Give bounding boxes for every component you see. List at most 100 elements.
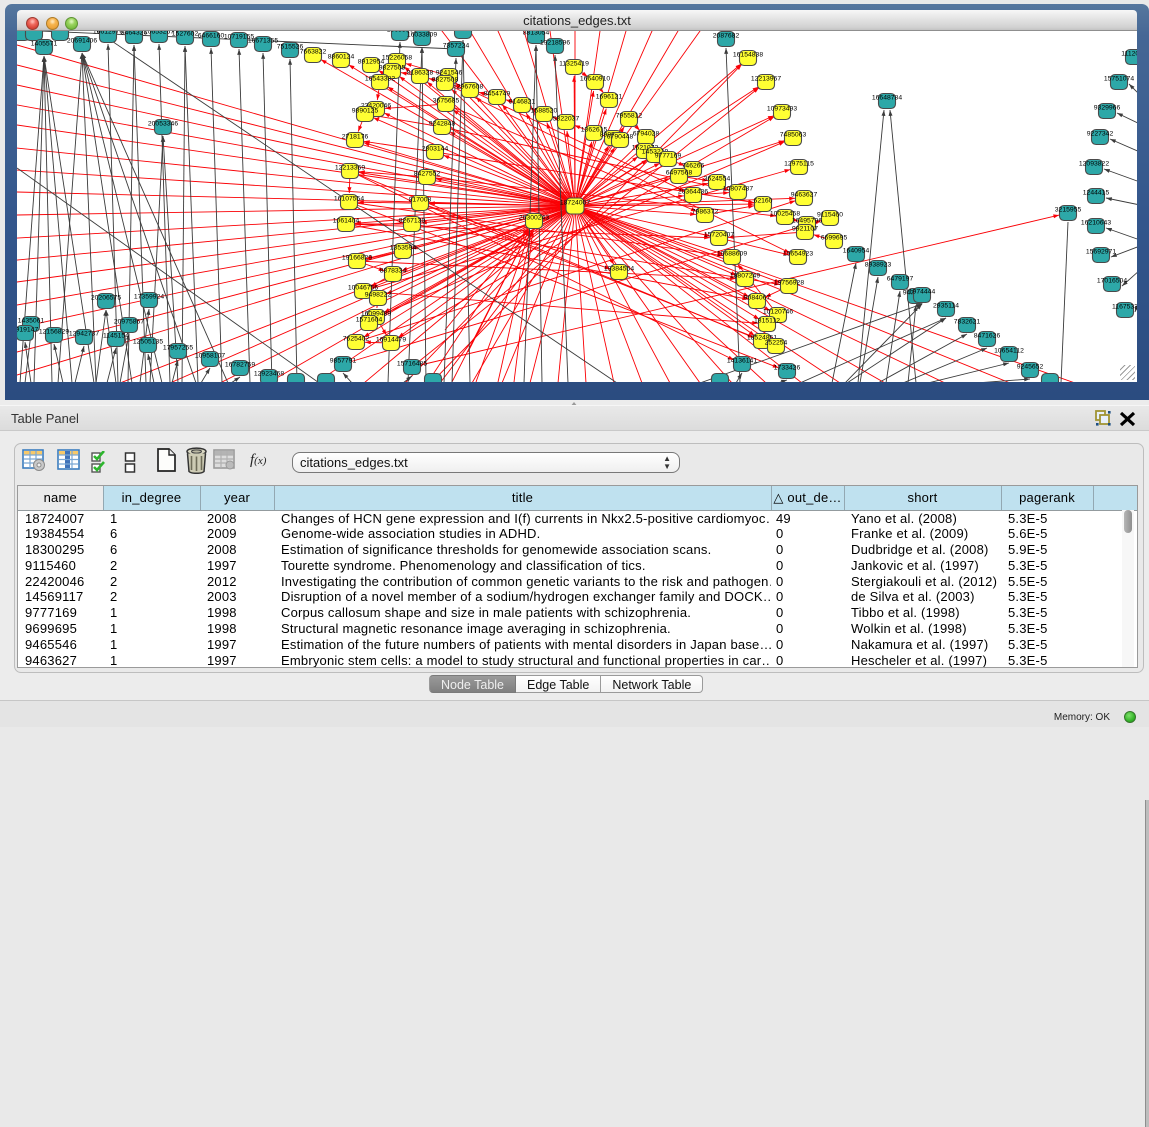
svg-text:20691406: 20691406 — [67, 38, 97, 45]
svg-text:2935114: 2935114 — [933, 303, 959, 310]
svg-text:6790448: 6790448 — [607, 134, 634, 141]
svg-text:8267130: 8267130 — [399, 218, 426, 225]
svg-text:9242848: 9242848 — [429, 121, 456, 128]
svg-text:3215955: 3215955 — [1055, 207, 1082, 214]
svg-text:3624554: 3624554 — [704, 176, 731, 183]
svg-text:6794028: 6794028 — [633, 131, 660, 138]
svg-text:12942737: 12942737 — [69, 331, 99, 338]
svg-text:12923468: 12923468 — [254, 371, 284, 378]
svg-text:8454749: 8454749 — [484, 91, 511, 98]
svg-text:12156829: 12156829 — [39, 329, 69, 336]
svg-text:15692971: 15692971 — [1086, 249, 1116, 256]
svg-text:1815112: 1815112 — [754, 318, 780, 325]
svg-text:19384554: 19384554 — [604, 266, 634, 273]
svg-text:16782759: 16782759 — [225, 362, 255, 369]
svg-text:20206575: 20206575 — [91, 295, 121, 302]
svg-text:1112054: 1112054 — [1121, 51, 1137, 58]
svg-text:9329966: 9329966 — [1094, 105, 1121, 112]
svg-text:20364436: 20364436 — [678, 189, 708, 196]
svg-text:1244415: 1244415 — [1083, 190, 1110, 197]
svg-text:16671355: 16671355 — [248, 38, 278, 45]
svg-text:8878334: 8878334 — [380, 268, 407, 275]
svg-text:11325419: 11325419 — [559, 61, 589, 68]
svg-text:2967608: 2967608 — [457, 84, 484, 91]
svg-text:817008: 817008 — [409, 197, 432, 204]
svg-text:3675685: 3675685 — [433, 98, 460, 105]
svg-text:12213369: 12213369 — [335, 165, 365, 172]
svg-text:10958107: 10958107 — [195, 353, 225, 360]
svg-text:6497568: 6497568 — [666, 170, 693, 177]
svg-text:9227342: 9227342 — [1087, 131, 1114, 138]
svg-text:2718176: 2718176 — [342, 134, 369, 141]
svg-text:15716485: 15716485 — [397, 361, 427, 368]
svg-text:16210643: 16210643 — [1081, 220, 1111, 227]
svg-text:10653267: 10653267 — [144, 31, 174, 36]
svg-text:9498222: 9498222 — [365, 292, 392, 299]
svg-text:15751074: 15751074 — [1104, 76, 1134, 83]
svg-text:9245652: 9245652 — [1017, 364, 1044, 371]
svg-text:17359924: 17359924 — [134, 294, 164, 301]
svg-text:7485063: 7485063 — [780, 132, 807, 139]
svg-text:16495796: 16495796 — [792, 218, 822, 225]
svg-text:19756928: 19756928 — [774, 280, 804, 287]
svg-text:17016504: 17016504 — [1097, 278, 1127, 285]
svg-text:18807249: 18807249 — [730, 273, 760, 280]
svg-text:20053346: 20053346 — [148, 121, 178, 128]
svg-text:16543382: 16543382 — [365, 76, 395, 83]
svg-text:12505135: 12505135 — [133, 339, 163, 346]
svg-text:10025458: 10025458 — [770, 211, 800, 218]
svg-text:9827508: 9827508 — [432, 77, 459, 84]
svg-text:26300243: 26300243 — [519, 215, 549, 222]
svg-text:15720407: 15720407 — [704, 232, 734, 239]
svg-text:10688609: 10688609 — [717, 251, 747, 258]
svg-text:10120746: 10120746 — [763, 309, 793, 316]
svg-text:8427552: 8427552 — [414, 171, 441, 178]
svg-text:19166829: 19166829 — [342, 255, 372, 262]
svg-text:16612976: 16612976 — [93, 31, 123, 36]
svg-text:6479197: 6479197 — [887, 276, 914, 283]
svg-text:62160: 62160 — [754, 198, 773, 205]
svg-text:3919147: 3919147 — [17, 327, 38, 334]
svg-text:5822037: 5822037 — [553, 116, 580, 123]
svg-text:7625402: 7625402 — [343, 336, 370, 343]
svg-text:16107554: 16107554 — [334, 196, 364, 203]
svg-text:12093822: 12093822 — [1079, 161, 1109, 168]
svg-text:1696121: 1696121 — [596, 94, 623, 101]
svg-text:10807487: 10807487 — [723, 186, 753, 193]
svg-text:7663822: 7663822 — [300, 49, 327, 56]
svg-text:16640910: 16640910 — [580, 76, 610, 83]
svg-text:12213967: 12213967 — [751, 76, 781, 83]
svg-text:18724007: 18724007 — [560, 200, 590, 207]
svg-text:1405571: 1405571 — [31, 41, 58, 48]
svg-text:14136141: 14136141 — [727, 358, 757, 365]
svg-text:1974444: 1974444 — [909, 289, 936, 296]
svg-text:7955812: 7955812 — [616, 113, 643, 120]
svg-text:9921107: 9921107 — [792, 226, 818, 233]
svg-text:1435061: 1435061 — [18, 318, 45, 325]
svg-text:8860124: 8860124 — [328, 54, 355, 61]
svg-text:9890125: 9890125 — [352, 108, 379, 115]
svg-text:16154838: 16154838 — [733, 52, 763, 59]
svg-text:15226058: 15226058 — [382, 55, 412, 62]
svg-text:6466160: 6466160 — [198, 33, 225, 40]
svg-text:1167533: 1167533 — [1112, 304, 1137, 311]
svg-text:10973493: 10973493 — [767, 106, 797, 113]
svg-text:8471626: 8471626 — [974, 333, 1001, 340]
svg-text:1640954: 1640954 — [843, 248, 870, 255]
svg-text:9827505: 9827505 — [379, 65, 406, 72]
svg-text:1588520: 1588520 — [531, 108, 558, 115]
svg-text:19218596: 19218596 — [540, 40, 570, 47]
svg-text:2803144: 2803144 — [422, 146, 449, 153]
svg-text:8813054: 8813054 — [523, 31, 550, 37]
svg-text:9146821: 9146821 — [509, 99, 536, 106]
svg-text:8938923: 8938923 — [865, 262, 892, 269]
svg-text:10654112: 10654112 — [994, 348, 1024, 355]
svg-text:17957255: 17957255 — [163, 345, 193, 352]
svg-text:7986372: 7986372 — [692, 209, 719, 216]
svg-text:9463627: 9463627 — [791, 192, 818, 199]
svg-text:16914479: 16914479 — [376, 337, 406, 344]
svg-text:7832621: 7832621 — [954, 319, 981, 326]
svg-text:9777169: 9777169 — [655, 153, 682, 160]
svg-text:1733426: 1733426 — [774, 365, 801, 372]
svg-text:1145154: 1145154 — [103, 333, 129, 340]
